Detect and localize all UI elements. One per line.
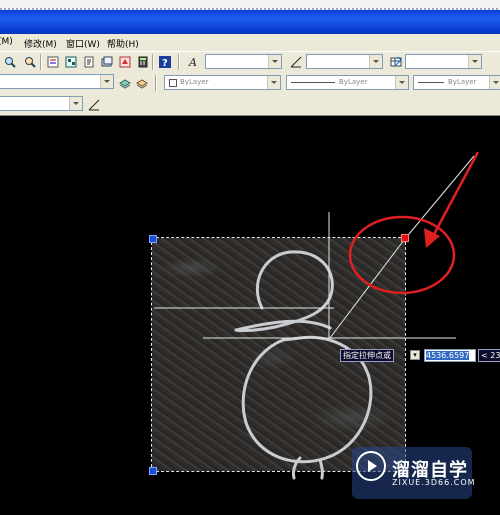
grip-bottom-left[interactable] bbox=[149, 467, 157, 475]
wire-hook-drawing bbox=[234, 250, 373, 480]
dynamic-input-value[interactable]: 4536.6597 bbox=[424, 349, 476, 362]
pointer-arrow-shaft bbox=[430, 151, 480, 239]
play-logo-icon bbox=[356, 451, 386, 481]
red-annotation bbox=[348, 151, 480, 295]
dynamic-input-angle[interactable]: < 233 bbox=[478, 349, 500, 362]
autocad-window: (M) 修改(M) 窗口(W) 帮助(H) bbox=[0, 0, 500, 515]
grip-top-right-hot[interactable] bbox=[401, 234, 409, 242]
drawing-overlay bbox=[154, 151, 480, 480]
watermark-url: ZIXUE.3D66.COM bbox=[392, 478, 476, 487]
grip-top-left[interactable] bbox=[149, 235, 157, 243]
pointer-arrow-head bbox=[424, 228, 440, 248]
dynamic-input-prompt: 指定拉伸点或 bbox=[340, 349, 394, 362]
dynamic-input-options-icon[interactable]: ▾ bbox=[410, 350, 420, 360]
dynamic-input-value-text: 4536.6597 bbox=[426, 351, 470, 360]
